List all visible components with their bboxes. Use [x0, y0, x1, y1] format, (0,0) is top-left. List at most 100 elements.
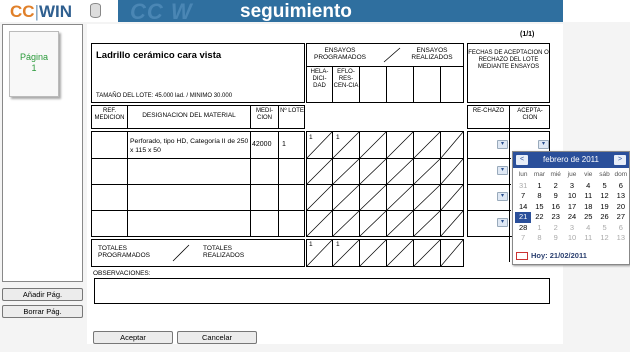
calendar-next-button[interactable]: > — [614, 155, 626, 165]
calendar-day[interactable]: 5 — [596, 223, 612, 234]
delete-page-button[interactable]: Borrar Pág. — [2, 305, 83, 318]
calendar-day[interactable]: 31 — [515, 181, 531, 192]
calendar-day[interactable]: 22 — [531, 212, 547, 223]
calendar-day[interactable]: 4 — [580, 223, 596, 234]
calendar-day[interactable]: 10 — [564, 191, 580, 202]
row1-designacion: Perforado, tipo HD, Categoría II de 250 … — [130, 138, 249, 154]
rechazo-dropdown-row1[interactable]: ▾ — [497, 140, 508, 149]
calendar-day[interactable]: 11 — [580, 233, 596, 244]
ensayos-grid — [306, 131, 464, 237]
calendar-month-label: febrero de 2011 — [543, 155, 599, 164]
divider — [91, 158, 305, 159]
divider — [440, 66, 441, 103]
calendar-day[interactable]: 18 — [580, 202, 596, 213]
calendar-day[interactable]: 2 — [548, 223, 564, 234]
app-logo: CC|WIN — [10, 2, 72, 22]
calendar-day[interactable]: 6 — [613, 223, 629, 234]
calendar-day[interactable]: 13 — [613, 233, 629, 244]
calendar-day[interactable]: 3 — [564, 181, 580, 192]
material-title: Ladrillo cerámico cara vista — [96, 50, 222, 61]
page-indicator: (1/1) — [520, 31, 535, 38]
calendar-day[interactable]: 10 — [564, 233, 580, 244]
app-header: CC|WIN CC W seguimiento — [0, 0, 630, 24]
calendar-day[interactable]: 9 — [548, 233, 564, 244]
calendar-day[interactable]: 20 — [613, 202, 629, 213]
calendar-day[interactable]: 24 — [564, 212, 580, 223]
calendar-day[interactable]: 13 — [613, 191, 629, 202]
calendar-day[interactable]: 27 — [613, 212, 629, 223]
rechazo-dropdown-row4[interactable]: ▾ — [497, 218, 508, 227]
module-title: seguimiento — [240, 1, 352, 22]
calendar-week: 14 15 16 17 18 19 20 — [515, 202, 629, 213]
totales-realizados-label: TOTALES REALIZADOS — [203, 245, 245, 259]
totales-slash — [172, 244, 190, 262]
calendar-day[interactable]: 12 — [596, 233, 612, 244]
totales-grid — [306, 239, 464, 267]
calendar-day[interactable]: 3 — [564, 223, 580, 234]
divider — [413, 66, 414, 103]
dow-sab: sáb — [599, 171, 610, 179]
calendar-day[interactable]: 8 — [531, 233, 547, 244]
aceptacion-dropdown-row1[interactable]: ▾ — [538, 140, 549, 149]
calendar-day[interactable]: 25 — [580, 212, 596, 223]
col-ref: REF. MEDICION — [94, 108, 125, 121]
calendar-day[interactable]: 16 — [548, 202, 564, 213]
row1-programado-eflorescencia: 1 — [336, 134, 340, 141]
calendar-day[interactable]: 1 — [531, 181, 547, 192]
add-page-button[interactable]: Añadir Pág. — [2, 288, 83, 301]
totales-programado-eflorescencia: 1 — [336, 241, 340, 248]
accept-button[interactable]: Aceptar — [93, 331, 173, 344]
calendar-day[interactable]: 9 — [548, 191, 564, 202]
dow-vie: vie — [584, 171, 593, 179]
calendar-day[interactable]: 7 — [515, 191, 531, 202]
dow-dom: dom — [614, 171, 628, 179]
col-medicion: MEDI-CION — [256, 108, 273, 121]
eflorescencia-label: EFLO-RES-CEN-CIA — [333, 69, 359, 89]
cancel-button[interactable]: Cancelar — [177, 331, 257, 344]
fechas-header: FECHAS DE ACEPTACION O RECHAZO DEL LOTE … — [468, 50, 549, 70]
calendar-day[interactable]: 19 — [596, 202, 612, 213]
divider — [386, 66, 387, 103]
page-thumbnail[interactable]: Página 1 — [9, 31, 59, 97]
calendar-day[interactable]: 8 — [531, 191, 547, 202]
calendar-day[interactable]: 15 — [531, 202, 547, 213]
calendar-day[interactable]: 12 — [596, 191, 612, 202]
row1-lote: 1 — [282, 141, 286, 148]
calendar-day[interactable]: 11 — [580, 191, 596, 202]
calendar-day[interactable]: 5 — [596, 181, 612, 192]
calendar-day[interactable]: 2 — [548, 181, 564, 192]
rechazo-dropdown-row3[interactable]: ▾ — [497, 192, 508, 201]
calendar-day[interactable]: 4 — [580, 181, 596, 192]
calendar-today-label: Hoy: 21/02/2011 — [531, 251, 587, 260]
calendar-day[interactable]: 7 — [515, 233, 531, 244]
row1-programado-heladicidad: 1 — [309, 134, 313, 141]
col-aceptacion: ACEPTA-CION — [517, 108, 543, 121]
calendar-day-selected[interactable]: 21 — [515, 212, 532, 223]
date-picker-calendar: febrero de 2011 < > lun mar mié jue vie … — [512, 151, 630, 265]
database-icon — [90, 3, 101, 18]
calendar-day[interactable]: 17 — [564, 202, 580, 213]
calendar-week: 7 8 9 10 11 12 13 — [515, 191, 629, 202]
divider — [467, 210, 511, 211]
ensayos-programados-label: ENSAYOS PROGRAMADOS — [313, 47, 366, 61]
page-thumbnail-number: 1 — [31, 63, 37, 73]
calendar-day[interactable]: 26 — [596, 212, 612, 223]
col-designacion: DESIGNACION DEL MATERIAL — [142, 112, 236, 119]
observaciones-field[interactable] — [94, 278, 550, 304]
calendar-prev-button[interactable]: < — [516, 155, 528, 165]
pages-panel: Página 1 — [2, 24, 83, 282]
calendar-day[interactable]: 6 — [613, 181, 629, 192]
calendar-week: 28 1 2 3 4 5 6 — [515, 223, 629, 234]
calendar-dow-row: lun mar mié jue vie sáb dom — [515, 170, 629, 181]
calendar-grid: lun mar mié jue vie sáb dom 31 1 2 3 4 5… — [515, 170, 629, 244]
calendar-today-link[interactable]: Hoy: 21/02/2011 — [516, 251, 587, 261]
dow-mie: mié — [550, 171, 561, 179]
dow-jue: jue — [567, 171, 577, 179]
calendar-day[interactable]: 23 — [548, 212, 564, 223]
divider — [359, 66, 360, 103]
calendar-day[interactable]: 1 — [531, 223, 547, 234]
divider — [91, 210, 305, 211]
rechazo-dropdown-row2[interactable]: ▾ — [497, 166, 508, 175]
calendar-day[interactable]: 14 — [515, 202, 531, 213]
calendar-day[interactable]: 28 — [515, 223, 531, 234]
